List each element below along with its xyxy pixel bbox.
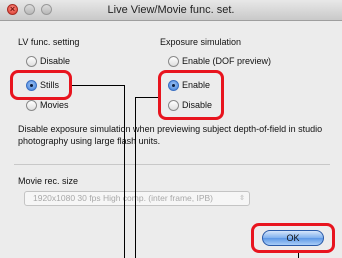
exposure-highlight-box	[158, 70, 224, 120]
chevron-updown-icon: ⇳	[239, 195, 245, 202]
stills-highlight-box	[10, 70, 72, 100]
window-title: Live View/Movie func. set.	[107, 4, 235, 16]
ok-highlight-box	[251, 223, 335, 253]
movie-rec-size-value: 1920x1080 30 fps High comp. (inter frame…	[33, 193, 214, 203]
exposure-description: Disable exposure simulation when preview…	[18, 124, 323, 146]
exposure-callout-line-h	[135, 97, 158, 98]
exposure-enable-dof-label[interactable]: Enable (DOF preview)	[182, 56, 271, 66]
lv-func-disable-label[interactable]: Disable	[40, 56, 70, 66]
title-bar: × Live View/Movie func. set.	[0, 0, 342, 21]
lv-func-disable-radio[interactable]	[26, 56, 37, 67]
movie-rec-size-label: Movie rec. size	[18, 176, 79, 186]
ok-callout-line-v	[298, 253, 299, 258]
exposure-simulation-label: Exposure simulation	[160, 37, 242, 47]
exposure-callout-line-v	[135, 97, 136, 258]
exposure-enable-dof-radio[interactable]	[168, 56, 179, 67]
movie-rec-size-select[interactable]: 1920x1080 30 fps High comp. (inter frame…	[24, 191, 250, 206]
divider	[14, 164, 330, 165]
stills-callout-line-h	[72, 85, 124, 86]
lv-func-setting-label: LV func. setting	[18, 37, 80, 47]
lv-func-movies-radio[interactable]	[26, 100, 37, 111]
stills-callout-line-v	[124, 85, 125, 258]
dialog-window: × Live View/Movie func. set. LV func. se…	[0, 0, 342, 258]
lv-func-movies-label[interactable]: Movies	[40, 100, 69, 110]
